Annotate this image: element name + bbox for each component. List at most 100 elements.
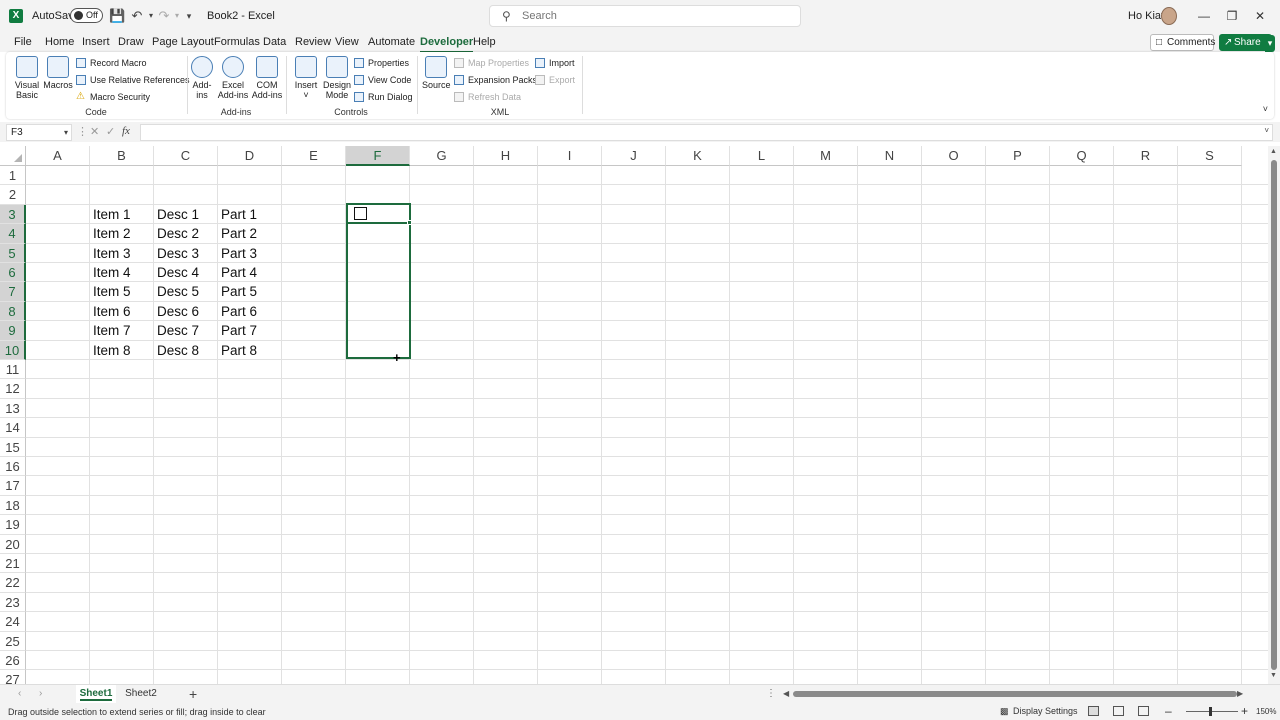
cell-d8[interactable]: Part 6 [218,302,282,321]
import-button[interactable]: Import [535,57,575,69]
cell-c10[interactable]: Desc 8 [154,341,218,360]
save-icon[interactable]: 💾 [109,8,125,24]
cell-b4[interactable]: Item 2 [90,224,154,243]
cell-c3[interactable]: Desc 1 [154,205,218,224]
more-icon[interactable]: ⋮ [77,125,88,138]
column-header-h[interactable]: H [474,146,538,166]
tab-home[interactable]: Home [45,36,74,48]
share-dropdown-icon[interactable]: ▾ [1265,35,1275,52]
cell-b3[interactable]: Item 1 [90,205,154,224]
column-header-n[interactable]: N [858,146,922,166]
view-code-button[interactable]: View Code [354,74,411,86]
close-icon[interactable]: ✕ [1252,8,1268,24]
row-header-17[interactable]: 17 [0,476,26,496]
tab-draw[interactable]: Draw [118,36,144,48]
vertical-scrollbar[interactable]: ▲ ▼ [1268,146,1280,684]
restore-icon[interactable]: ❐ [1224,8,1240,24]
insert-function-icon[interactable]: fx [122,125,130,137]
design-mode-button[interactable]: Design Mode [322,56,352,100]
macro-security-button[interactable]: ⚠ Macro Security [76,91,150,103]
worksheet-grid[interactable]: ABCDEFGHIJKLMNOPQRS 1 2 3 4 5 6 7 8 9 10 11 12 13 14 1… [0,146,1268,684]
refresh-data-button[interactable]: Refresh Data [454,91,521,103]
cell-d9[interactable]: Part 7 [218,321,282,340]
normal-view-icon[interactable] [1088,706,1099,716]
checkbox-control[interactable] [354,207,367,220]
row-header-23[interactable]: 23 [0,592,26,613]
tab-file[interactable]: File [14,36,32,48]
zoom-out-icon[interactable]: – [1165,704,1172,718]
next-sheet-icon[interactable]: › [39,688,42,699]
zoom-in-icon[interactable]: + [1241,704,1248,718]
column-header-s[interactable]: S [1178,146,1242,166]
prev-sheet-icon[interactable]: ‹ [18,688,21,699]
cell-c8[interactable]: Desc 6 [154,302,218,321]
cell-d6[interactable]: Part 4 [218,263,282,282]
row-header-5[interactable]: 5 [0,243,26,263]
column-header-d[interactable]: D [218,146,282,166]
row-header-16[interactable]: 16 [0,457,26,477]
tab-insert[interactable]: Insert [82,36,110,48]
row-header-19[interactable]: 19 [0,515,26,535]
com-addins-button[interactable]: COM Add-ins [251,56,283,100]
formula-input[interactable]: ˅ [140,124,1273,141]
properties-button[interactable]: Properties [354,57,409,69]
cell-c5[interactable]: Desc 3 [154,244,218,263]
row-header-6[interactable]: 6 [0,263,26,283]
row-header-26[interactable]: 26 [0,651,26,671]
scroll-thumb[interactable] [1271,160,1277,670]
row-header-11[interactable]: 11 [0,360,26,380]
row-header-18[interactable]: 18 [0,495,26,516]
autosave-toggle[interactable]: Off [70,8,103,23]
cell-b8[interactable]: Item 6 [90,302,154,321]
cell-c9[interactable]: Desc 7 [154,321,218,340]
search-input[interactable] [522,9,782,23]
cancel-icon[interactable]: ✕ [90,125,99,138]
tab-review[interactable]: Review [295,36,331,48]
column-header-e[interactable]: E [282,146,346,166]
zoom-slider-knob[interactable] [1209,707,1212,716]
minimize-icon[interactable]: — [1196,8,1212,24]
tab-data[interactable]: Data [263,36,286,48]
addins-button[interactable]: Add- ins [189,56,215,100]
excel-addins-button[interactable]: Excel Add-ins [217,56,249,100]
use-relative-references-button[interactable]: Use Relative References [76,74,190,86]
sheet-tab-sheet2[interactable]: Sheet2 [120,685,162,703]
customize-toolbar-icon[interactable]: ▾ [181,8,197,24]
cell-d10[interactable]: Part 8 [218,341,282,360]
row-header-20[interactable]: 20 [0,534,26,554]
tab-help[interactable]: Help [473,36,496,48]
column-header-c[interactable]: C [154,146,218,166]
column-header-o[interactable]: O [922,146,986,166]
comments-button[interactable]: □ Comments [1150,34,1215,51]
row-header-7[interactable]: 7 [0,282,26,302]
tab-page-layout[interactable]: Page Layout [152,36,214,48]
column-header-i[interactable]: I [538,146,602,166]
cell-d5[interactable]: Part 3 [218,244,282,263]
page-break-view-icon[interactable] [1138,706,1149,716]
name-box[interactable]: F3 ▾ [6,124,72,141]
column-header-l[interactable]: L [730,146,794,166]
column-header-m[interactable]: M [794,146,858,166]
column-header-g[interactable]: G [410,146,474,166]
row-header-22[interactable]: 22 [0,573,26,593]
search-box[interactable]: ⚲ [489,5,801,27]
scroll-right-icon[interactable]: ▶ [1237,689,1243,698]
cell-c6[interactable]: Desc 4 [154,263,218,282]
zoom-level[interactable]: 150% [1256,707,1276,716]
insert-control-button[interactable]: Insert ˅ [292,56,320,100]
column-header-b[interactable]: B [90,146,154,166]
row-header-25[interactable]: 25 [0,631,26,651]
expand-formula-bar-icon[interactable]: ˅ [1264,126,1269,135]
horizontal-scrollbar[interactable]: ◀ ▶ [783,689,1243,699]
column-header-r[interactable]: R [1114,146,1178,166]
run-dialog-button[interactable]: Run Dialog [354,91,413,103]
cell-d4[interactable]: Part 2 [218,224,282,243]
cell-b7[interactable]: Item 5 [90,282,154,301]
page-layout-view-icon[interactable] [1113,706,1124,716]
cell-c7[interactable]: Desc 5 [154,282,218,301]
row-header-21[interactable]: 21 [0,554,26,574]
zoom-slider[interactable] [1186,707,1238,716]
column-header-k[interactable]: K [666,146,730,166]
column-header-f[interactable]: F [346,146,410,166]
export-button[interactable]: Export [535,74,575,86]
